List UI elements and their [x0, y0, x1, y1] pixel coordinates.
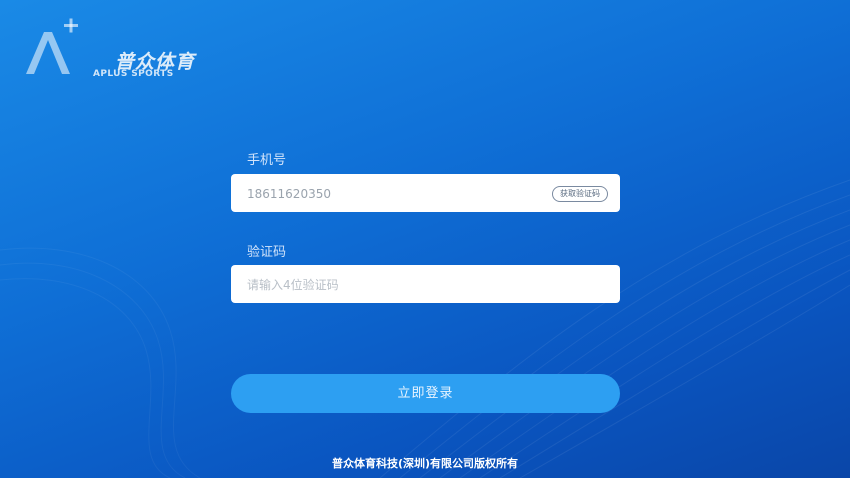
brand-name-en: APLUS SPORTS [93, 69, 174, 79]
copyright-footer: 普众体育科技(深圳)有限公司版权所有 [331, 457, 519, 470]
a-plus-logo-icon [26, 18, 78, 74]
phone-input[interactable] [245, 174, 539, 214]
get-code-button[interactable]: 获取验证码 [552, 186, 608, 202]
brand-logo: 普众体育 APLUS SPORTS [20, 14, 200, 84]
phone-field-box: 获取验证码 [231, 174, 620, 214]
verification-code-input[interactable] [245, 265, 609, 305]
verification-code-label: 验证码 [247, 245, 287, 260]
login-button[interactable]: 立即登录 [231, 374, 620, 413]
phone-label: 手机号 [247, 153, 287, 168]
code-field-box [231, 265, 620, 305]
